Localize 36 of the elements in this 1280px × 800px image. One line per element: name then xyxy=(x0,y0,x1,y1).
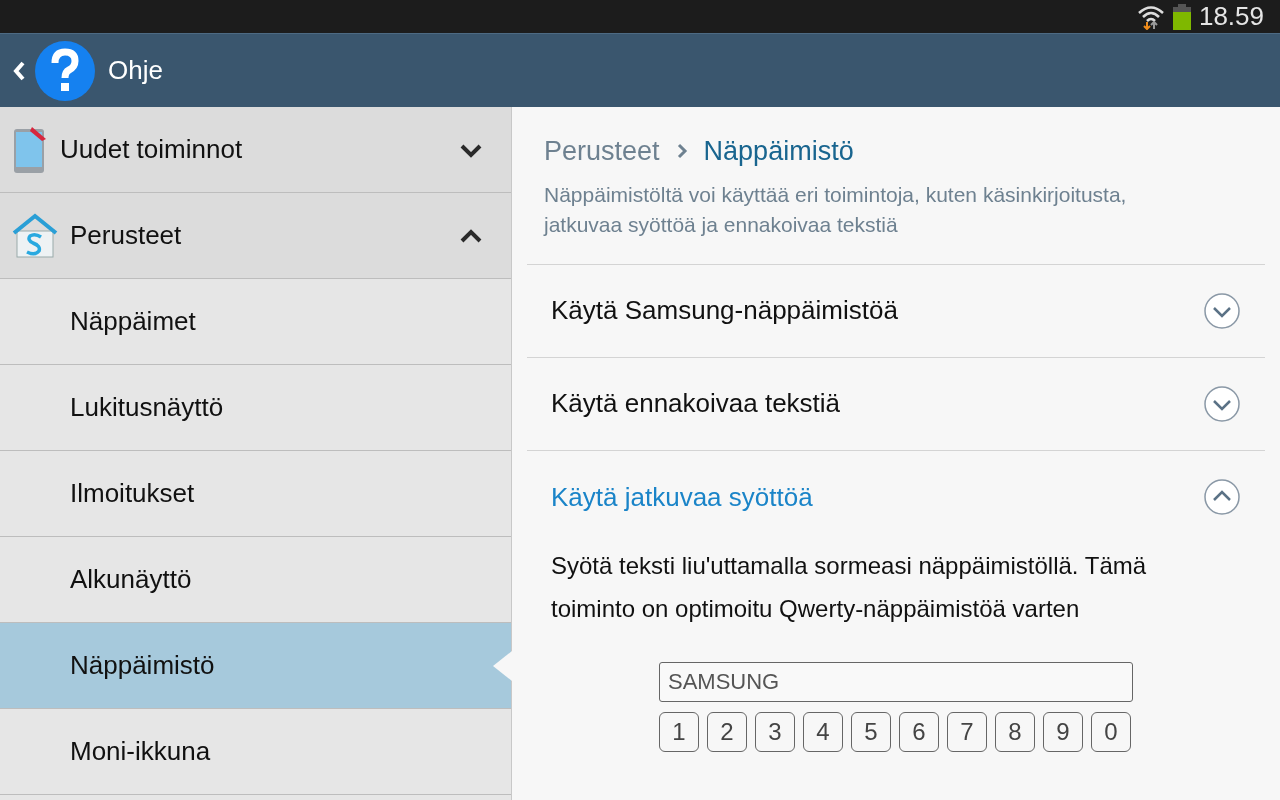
breadcrumb-parent[interactable]: Perusteet xyxy=(544,131,660,172)
number-key[interactable]: 6 xyxy=(899,711,939,752)
number-key[interactable]: 4 xyxy=(803,711,843,752)
chevron-circle-icon xyxy=(1203,384,1241,423)
back-icon xyxy=(12,59,26,82)
sidebar-section[interactable]: Perusteet xyxy=(0,193,511,279)
pointer-notch-icon xyxy=(492,651,512,681)
wifi-icon xyxy=(1136,3,1165,30)
topic-body: Syötä teksti liu'uttamalla sormeasi näppäimistöllä. Tämä toiminto on optimoitu Qwerty-näppäimistöä varten xyxy=(551,550,1148,624)
topic-header[interactable]: Käytä Samsung-näppäimistöä xyxy=(527,264,1265,358)
back-button[interactable] xyxy=(12,39,96,102)
section-label: Uudet toiminnot xyxy=(60,133,244,166)
chevron-up-icon xyxy=(459,227,483,244)
topic-header[interactable]: Käytä jatkuvaa syöttöä xyxy=(527,450,1265,544)
app-title: Ohje xyxy=(108,54,163,87)
chevron-right-icon xyxy=(675,143,688,160)
text-field[interactable]: SAMSUNG xyxy=(659,661,1133,702)
sidebar-section[interactable]: Uudet toiminnot xyxy=(0,107,511,193)
help-icon xyxy=(34,39,96,102)
topic-header[interactable]: Käytä ennakoivaa tekstiä xyxy=(527,357,1265,451)
clock-time: 18.59 xyxy=(1198,0,1264,33)
number-key[interactable]: 2 xyxy=(707,711,747,752)
breadcrumb-current: Näppäimistö xyxy=(703,135,854,168)
number-key[interactable]: 5 xyxy=(851,711,891,752)
chevron-circle-icon xyxy=(1203,291,1241,330)
number-key[interactable]: 0 xyxy=(1091,711,1131,752)
number-key[interactable]: 1 xyxy=(659,711,699,752)
number-key[interactable]: 9 xyxy=(1043,711,1083,752)
number-key[interactable]: 3 xyxy=(755,711,795,752)
section-label: Perusteet xyxy=(70,219,183,252)
number-key[interactable]: 8 xyxy=(995,711,1035,752)
battery-icon xyxy=(1172,3,1191,30)
sidebar-item[interactable]: Näppäimistö xyxy=(0,623,511,709)
number-key[interactable]: 7 xyxy=(947,711,987,752)
chevron-circle-icon xyxy=(1203,478,1241,516)
page-description: Näppäimistöltä voi käyttää eri toimintoja, kuten käsinkirjoitusta, jatkuvaa syöttöä ja ennakoivaa tekstiä xyxy=(527,179,1265,265)
